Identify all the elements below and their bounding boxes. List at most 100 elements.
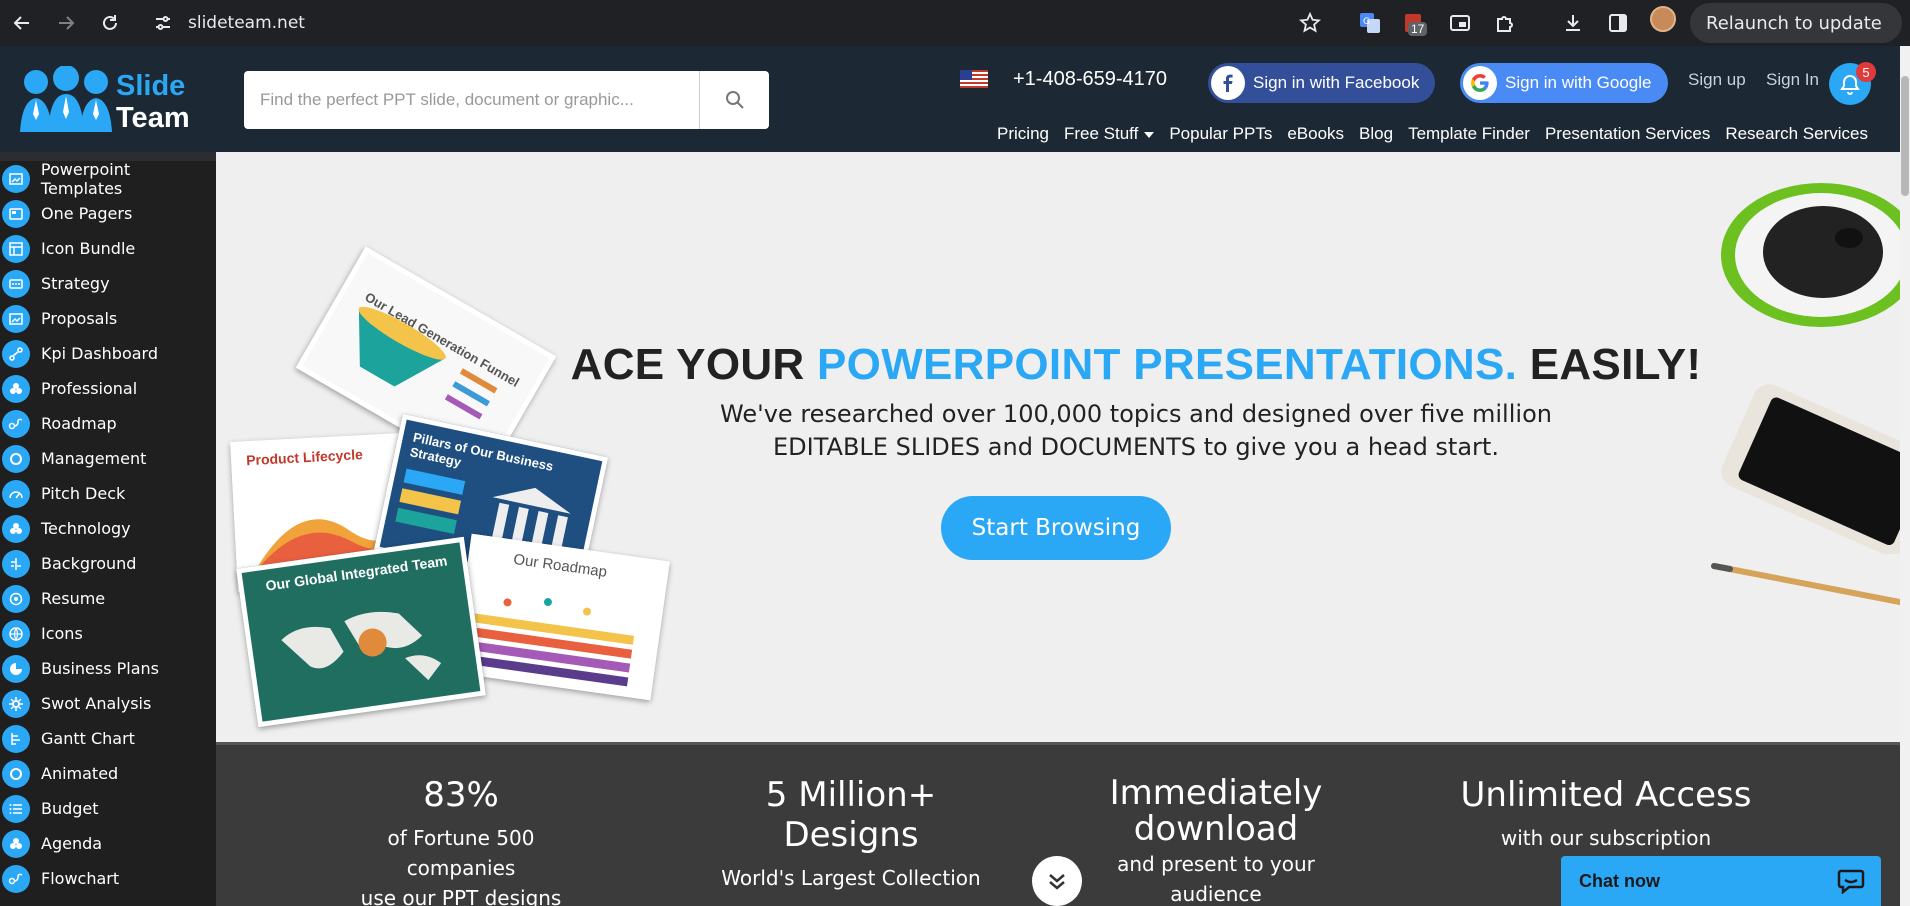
address-bar[interactable]: slideteam.net: [140, 4, 1335, 42]
stat-caption: World's Largest Collection: [721, 866, 981, 890]
google-signin-button[interactable]: Sign in with Google: [1460, 63, 1668, 103]
target-icon: [2, 584, 30, 613]
reload-button[interactable]: [88, 0, 132, 46]
roadmap-graphic: [463, 598, 635, 687]
forward-button[interactable]: [44, 0, 88, 46]
sidebar-item-swot-analysis[interactable]: Swot Analysis: [0, 686, 216, 721]
nav-blog[interactable]: Blog: [1359, 124, 1393, 144]
sidebar-item-animated[interactable]: Animated: [0, 756, 216, 791]
stat-fortune-500: 83% of Fortune 500 companies use our PPT…: [341, 775, 581, 906]
proposal-icon: [2, 304, 30, 333]
sidebar-item-label: Gantt Chart: [41, 729, 135, 748]
sidebar-item-management[interactable]: Management: [0, 441, 216, 476]
sidebar-item-label: Roadmap: [41, 414, 117, 433]
gear-icon: [2, 689, 30, 718]
sidebar-item-flowchart[interactable]: Flowchart: [0, 861, 216, 896]
signup-link[interactable]: Sign up: [1688, 70, 1746, 90]
animated-icon: [2, 759, 30, 788]
chat-now-button[interactable]: Chat now: [1561, 856, 1881, 906]
slide-card-roadmap: Our Roadmap: [452, 533, 670, 701]
sidebar-item-icons[interactable]: Icons: [0, 616, 216, 651]
start-browsing-label: Start Browsing: [971, 515, 1141, 541]
sidebar-item-label: Swot Analysis: [41, 694, 152, 713]
search-button[interactable]: [699, 71, 769, 129]
sidebar-item-label: Agenda: [41, 834, 103, 853]
downloads-icon[interactable]: [1558, 8, 1588, 38]
stat-caption: of Fortune 500 companies use our PPT des…: [341, 823, 581, 906]
profile-avatar[interactable]: [1650, 6, 1676, 32]
nav-ebooks[interactable]: eBooks: [1287, 124, 1344, 144]
site-settings-icon[interactable]: [152, 13, 174, 33]
nav-free-stuff-label: Free Stuff: [1063, 124, 1139, 143]
nav-research-services[interactable]: Research Services: [1725, 124, 1868, 144]
double-chevron-down-icon: [1049, 874, 1065, 890]
stat-caption-line2: use our PPT designs: [360, 886, 562, 906]
sidebar-item-kpi-dashboard[interactable]: Kpi Dashboard: [0, 336, 216, 371]
url-text: slideteam.net: [188, 13, 305, 33]
nav-pricing[interactable]: Pricing: [997, 124, 1049, 144]
nav-presentation-services[interactable]: Presentation Services: [1545, 124, 1710, 144]
nav-template-finder[interactable]: Template Finder: [1408, 124, 1530, 144]
search-input[interactable]: [244, 90, 694, 110]
relaunch-label: Relaunch to update: [1706, 12, 1882, 34]
hero-subtitle-line1: We've researched over 100,000 topics and…: [720, 400, 1552, 428]
slideteam-logo[interactable]: Slide Team: [18, 66, 198, 136]
sidebar-item-gantt-chart[interactable]: Gantt Chart: [0, 721, 216, 756]
side-panel-icon[interactable]: [1603, 8, 1633, 38]
sidebar-item-icon-bundle[interactable]: Icon Bundle: [0, 231, 216, 266]
hero-subtitle-line2: EDITABLE SLIDES and DOCUMENTS to give yo…: [773, 433, 1499, 461]
nav-popular-ppts[interactable]: Popular PPTs: [1169, 124, 1272, 144]
translate-extension-icon[interactable]: G: [1355, 8, 1385, 38]
sidebar-item-technology[interactable]: Technology: [0, 511, 216, 546]
us-flag-icon: [960, 70, 988, 88]
stat-caption-line1: of Fortune 500 companies: [387, 826, 535, 880]
stat-value-line1: Immediately: [1109, 773, 1323, 813]
stat-download: Immediately download and present to your…: [1081, 775, 1351, 906]
coffee-cup-image: [1721, 183, 1900, 327]
logo-word-team: Team: [116, 102, 190, 134]
extensions-puzzle-icon[interactable]: [1490, 8, 1520, 38]
sidebar-item-label: Icons: [41, 624, 83, 643]
sidebar-item-agenda[interactable]: Agenda: [0, 826, 216, 861]
sidebar-item-one-pagers[interactable]: One Pagers: [0, 196, 216, 231]
hero-headline-part1: ACE YOUR: [570, 340, 818, 389]
relaunch-button[interactable]: Relaunch to update: [1690, 3, 1902, 43]
management-icon: [2, 444, 30, 473]
sidebar-item-budget[interactable]: Budget: [0, 791, 216, 826]
sidebar-item-label: Kpi Dashboard: [41, 344, 158, 363]
facebook-signin-button[interactable]: Sign in with Facebook: [1208, 63, 1435, 103]
stat-value: 83%: [423, 775, 499, 815]
team-logo-icon: [20, 66, 112, 132]
reload-icon: [103, 15, 117, 30]
sidebar-item-resume[interactable]: Resume: [0, 581, 216, 616]
picture-in-picture-icon[interactable]: [1445, 8, 1475, 38]
sidebar-item-pitch-deck[interactable]: Pitch Deck: [0, 476, 216, 511]
scrollbar-thumb[interactable]: [1901, 76, 1909, 196]
page-scrollbar[interactable]: [1900, 46, 1910, 906]
sidebar-item-strategy[interactable]: Strategy: [0, 266, 216, 301]
search-icon: [725, 91, 744, 109]
sidebar-item-background[interactable]: Background: [0, 546, 216, 581]
sidebar-item-powerpoint-templates[interactable]: Powerpoint Templates: [0, 161, 216, 198]
sidebar-item-label: Technology: [41, 519, 131, 538]
back-button[interactable]: [0, 0, 44, 46]
top-navigation: Pricing Free Stuff Popular PPTs eBooks B…: [997, 124, 1868, 144]
scroll-down-button[interactable]: [1032, 856, 1082, 906]
sidebar-item-roadmap[interactable]: Roadmap: [0, 406, 216, 441]
start-browsing-button[interactable]: Start Browsing: [941, 496, 1171, 560]
sidebar-item-professional[interactable]: Professional: [0, 371, 216, 406]
slide-card-global-team: Our Global Integrated Team: [235, 536, 487, 728]
phone-number[interactable]: +1-408-659-4170: [1013, 68, 1167, 91]
sidebar-item-business-plans[interactable]: Business Plans: [0, 651, 216, 686]
nav-free-stuff[interactable]: Free Stuff: [1063, 124, 1155, 144]
hero-subtitle: We've researched over 100,000 topics and…: [216, 398, 1900, 464]
sidebar-item-label: Icon Bundle: [41, 239, 136, 258]
template-icon: [2, 164, 30, 193]
back-arrow-icon: [13, 16, 29, 30]
signin-link[interactable]: Sign In: [1766, 70, 1819, 90]
stat-value: 5 Million+ Designs: [765, 775, 937, 855]
strategy-icon: [2, 269, 30, 298]
hero-headline-part3: EASILY!: [1517, 340, 1702, 389]
sidebar-item-proposals[interactable]: Proposals: [0, 301, 216, 336]
bookmark-star-icon[interactable]: [1299, 12, 1321, 34]
